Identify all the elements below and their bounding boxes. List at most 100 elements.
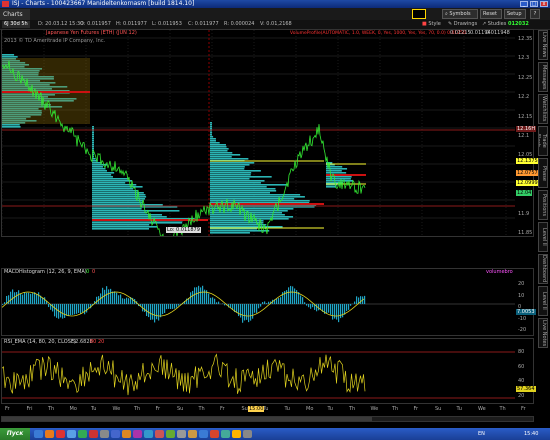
clock-readout: 012032 <box>508 21 529 27</box>
reset-label: Reset <box>483 11 497 17</box>
taskbar-app-icon[interactable] <box>232 430 241 438</box>
x-axis-label: We <box>370 406 379 412</box>
rsi-value-tag: 57.364 <box>516 386 536 392</box>
taskbar-app-icon[interactable] <box>166 430 175 438</box>
volume-profile-week-2 <box>92 126 195 230</box>
taskbar-app-icon[interactable] <box>177 430 186 438</box>
tab-charts-label: Charts <box>3 11 23 18</box>
x-axis-label: Th <box>349 406 356 412</box>
tray-clock[interactable]: 15:40 <box>524 429 538 439</box>
rsi-band-low: 20 <box>98 339 105 345</box>
studies-icon: ↗ <box>482 21 487 27</box>
taskbar-app-icon[interactable] <box>67 430 76 438</box>
side-tab[interactable]: Watchlists <box>538 94 548 124</box>
bar-close: C: 0.011977 <box>188 21 219 27</box>
side-tab[interactable]: Live Notes <box>538 318 548 348</box>
maximize-button[interactable]: □ <box>530 1 538 7</box>
price-chart[interactable] <box>2 30 515 236</box>
rsi-title[interactable]: RSI_EMA (14, 80, 20, CLOSE) <box>4 339 76 346</box>
reset-button[interactable]: Reset <box>480 9 502 19</box>
macd-value-2: 0 <box>92 269 96 275</box>
x-axis-label: Su <box>241 406 248 412</box>
taskbar-app-icon[interactable] <box>199 430 208 438</box>
macd-value-tag: 7.0053 <box>516 309 536 315</box>
tab-charts[interactable]: Charts <box>0 9 30 20</box>
x-axis-label: Tu <box>284 406 290 412</box>
x-axis-highlight: 15:00 <box>248 406 265 412</box>
side-tab[interactable]: Trade Flash <box>538 126 548 156</box>
rsi-chart[interactable] <box>2 346 515 403</box>
readout-1: 0.01215 <box>450 30 471 36</box>
taskbar-app-icon[interactable] <box>221 430 230 438</box>
scroll-thumb[interactable] <box>2 417 372 421</box>
x-axis-label: We <box>478 406 486 412</box>
taskbar-app-icon[interactable] <box>188 430 197 438</box>
side-tab[interactable]: Positions <box>538 190 548 220</box>
style-label: Style <box>428 21 441 27</box>
macd-title[interactable]: MACDHistogram (12, 26, 9, EMA) <box>4 269 87 276</box>
studies-button[interactable]: ↗ Studies <box>482 21 506 28</box>
price-y-tick: 12.15 <box>518 113 533 120</box>
side-tab[interactable]: Level II <box>538 222 548 252</box>
window-titlebar: ISJ - Charts - 100423667 Manideltenkorna… <box>0 0 550 8</box>
bar-high: H: 0.011977 <box>116 21 147 27</box>
help-button[interactable]: ? <box>530 9 540 19</box>
style-button[interactable]: ■ Style <box>422 21 441 28</box>
x-axis-label: Th <box>134 406 141 412</box>
price-y-tick: 11.85 <box>518 230 533 236</box>
side-tab[interactable]: Live News <box>538 30 548 60</box>
taskbar-app-icon[interactable] <box>144 430 153 438</box>
taskbar-app-icon[interactable] <box>155 430 164 438</box>
low-label: Lo: 0.011879 <box>166 227 201 233</box>
taskbar-app-icon[interactable] <box>45 430 54 438</box>
x-axis-label: Th <box>48 406 55 412</box>
setup-label: Setup <box>507 11 522 17</box>
taskbar-app-icon[interactable] <box>89 430 98 438</box>
x-axis-label: Th <box>392 406 399 412</box>
start-button[interactable]: Пуск <box>0 428 30 440</box>
x-axis-label: Tu <box>91 406 97 412</box>
taskbar-app-icon[interactable] <box>122 430 131 438</box>
readout-3: 0.011948 <box>486 30 510 36</box>
symbols-button[interactable]: ⌕ Symbols <box>442 9 478 19</box>
link-indicator[interactable] <box>412 9 426 19</box>
macd-y-tick: -20 <box>518 327 527 333</box>
x-axis[interactable]: Fr Fri Th Mo Tu We Th Fr Su Th Fr Su Tu Tu Mo Tu Th We Th F… <box>1 405 534 414</box>
rsi-y-tick: 60 <box>518 363 525 370</box>
study-label[interactable]: VolumeProfile(AUTOMATIC, 1.0, WEEK, 0, Y… <box>290 30 466 37</box>
start-label: Пуск <box>6 430 24 437</box>
taskbar-app-icon[interactable] <box>111 430 120 438</box>
x-axis-label: Tu <box>456 406 462 412</box>
x-axis-label: Mo <box>69 406 77 412</box>
minimize-button[interactable]: _ <box>520 1 528 7</box>
macd-y-tick: 10 <box>518 292 525 299</box>
taskbar-app-icon[interactable] <box>34 430 43 438</box>
x-axis-label: Fr <box>521 406 526 412</box>
side-tab[interactable]: Level II <box>538 286 548 316</box>
chart-title: Japanese Yen Futures (ETH) (JUN 12) <box>46 30 137 36</box>
side-tab[interactable]: Dashboard <box>538 254 548 284</box>
side-tab[interactable]: Phase <box>538 158 548 188</box>
bar-open: O: 0.011957 <box>80 21 111 27</box>
x-axis-label: Tu <box>327 406 333 412</box>
taskbar-app-icon[interactable] <box>133 430 142 438</box>
app-icon <box>2 1 9 7</box>
taskbar-app-icon[interactable] <box>78 430 87 438</box>
symbol-label: 6J 30d 5h <box>4 21 28 27</box>
language-indicator[interactable]: EN <box>478 429 485 439</box>
macd-chart[interactable] <box>2 277 515 335</box>
taskbar-app-icon[interactable] <box>56 430 65 438</box>
x-axis-label: Fr <box>220 406 225 412</box>
taskbar-app-icon[interactable] <box>210 430 219 438</box>
side-tab[interactable]: Messages <box>538 62 548 92</box>
setup-button[interactable]: Setup <box>504 9 526 19</box>
horizontal-scrollbar[interactable] <box>1 416 534 422</box>
price-y-tick: 11.9 <box>518 210 530 217</box>
taskbar-app-icon[interactable] <box>243 430 252 438</box>
taskbar-app-icon[interactable] <box>100 430 109 438</box>
drawings-label: Drawings <box>453 21 478 27</box>
close-button[interactable]: x <box>540 1 548 7</box>
symbol-selector[interactable]: 6J 30d 5h <box>2 21 30 28</box>
macd-value-1: 0 <box>86 269 90 275</box>
drawings-button[interactable]: ✎ Drawings <box>448 21 477 28</box>
